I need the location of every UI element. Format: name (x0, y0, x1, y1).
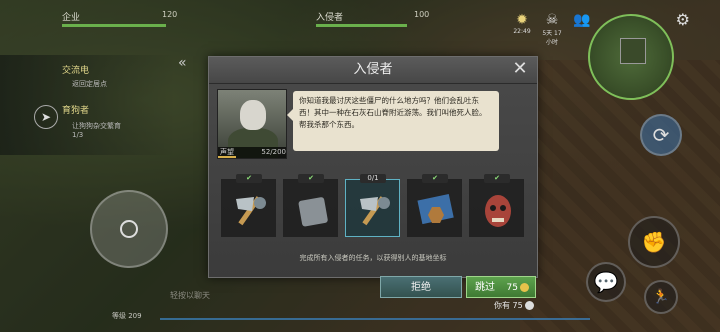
npc-speech: 你知道我最讨厌这些僵尸的什么地方吗？他们会乱吐东西！其中一种在石灰石山脊附近游荡… (287, 91, 499, 151)
stat-enterprise: 企业 120 (62, 10, 177, 27)
sun-clock-icon[interactable]: ✹ 22:49 (512, 12, 532, 46)
xp-bar (160, 318, 590, 320)
skip-cost: 75 (507, 277, 529, 299)
skip-cost-value: 75 (506, 283, 518, 293)
quest1-subtitle: 返回定居点 (72, 80, 107, 88)
reputation-fill (218, 156, 237, 158)
axe-saw-icon (229, 190, 270, 232)
dialog-header: 入侵者 ✕ (209, 57, 537, 84)
axe-saw-icon (353, 190, 394, 232)
skip-label: 跳过 (475, 282, 495, 293)
metal-plate-icon (291, 190, 332, 232)
navigate-arrow-icon[interactable]: ➤ (34, 105, 58, 129)
coins-owned-label: 你有 75 (494, 301, 523, 310)
stat-intruder-bar (316, 24, 407, 27)
npc-portrait: 声望 52/200 (217, 89, 287, 159)
player-level: 等级 209 (112, 312, 142, 320)
stat-enterprise-label: 企业 (62, 13, 81, 23)
task-slot-2[interactable]: ✔ (283, 174, 338, 237)
coins-owned: 你有 75 (494, 300, 534, 311)
collapse-chevron-icon[interactable]: « (178, 55, 187, 71)
close-icon[interactable]: ✕ (511, 60, 529, 78)
minimap[interactable] (588, 14, 674, 100)
coin-icon (520, 283, 529, 292)
check-icon: ✔ (422, 174, 448, 183)
reputation-bar: 声望 52/200 (218, 147, 286, 158)
task-slot-3-active[interactable]: 0/1 (345, 174, 400, 237)
story-section: 声望 52/200 你知道我最讨厌这些僵尸的什么地方吗？他们会乱吐东西！其中一种… (217, 89, 529, 159)
dog-blueprint-icon (415, 190, 456, 232)
reputation-value: 52/200 (261, 148, 286, 156)
hud-icons: ✹ 22:49 ☠ 5天 17小时 👥 (512, 12, 592, 46)
chat-input[interactable]: 轻按以聊天 (170, 290, 350, 304)
coin-icon (524, 301, 534, 310)
stat-intruder-value: 100 (414, 10, 430, 19)
skull-icon[interactable]: ☠ 5天 17小时 (542, 12, 562, 46)
task-list: ✔ ✔ 0/1 ✔ ✔ (221, 173, 526, 243)
run-icon[interactable]: 🏃 (644, 280, 678, 314)
minimap-base-marker (620, 38, 646, 64)
task-slot-5[interactable]: ✔ (469, 174, 524, 237)
quest2-title[interactable]: 育狗者 (62, 103, 89, 116)
portrait-skull-mask (240, 100, 266, 130)
stat-intruder-label: 入侵者 (316, 13, 344, 23)
refuse-button[interactable]: 拒绝 (380, 276, 462, 298)
stat-intruder: 入侵者 100 (316, 10, 429, 27)
dialog-title: 入侵者 (353, 62, 393, 77)
skip-button[interactable]: 跳过 75 (466, 276, 536, 298)
chat-bubble-icon[interactable]: 💬 (586, 262, 626, 302)
settings-gear-icon[interactable]: ⚙ (676, 10, 690, 29)
check-icon: ✔ (236, 174, 262, 183)
intruder-dialog: 入侵者 ✕ 声望 52/200 你知道我最讨厌这些僵尸的什么地方吗？他们会乱吐东… (208, 56, 538, 278)
swap-icon[interactable]: ⟳ (640, 114, 682, 156)
quest1-title[interactable]: 交流电 (62, 63, 89, 76)
dialog-hint: 完成所有入侵者的任务，以获得别人的基地坐标 (299, 254, 447, 262)
movement-joystick[interactable] (90, 190, 168, 268)
days-label: 5天 17小时 (542, 30, 562, 46)
task-slot-4[interactable]: ✔ (407, 174, 462, 237)
quest2-progress: 1/3 (72, 131, 84, 139)
check-icon: ✔ (298, 174, 324, 183)
quest2-subtitle: 让狗狗杂交繁育 (72, 122, 121, 130)
zombie-head-icon (477, 190, 518, 232)
time-label: 22:49 (513, 28, 531, 35)
check-icon: ✔ (484, 174, 510, 183)
task-progress: 0/1 (360, 174, 386, 183)
joystick-knob[interactable] (120, 220, 138, 238)
stat-enterprise-value: 120 (162, 10, 178, 19)
punch-fist-icon[interactable]: ✊ (628, 216, 680, 268)
friends-icon[interactable]: 👥 (572, 12, 592, 46)
task-slot-1[interactable]: ✔ (221, 174, 276, 237)
stat-enterprise-bar (62, 24, 166, 27)
quest-panel: 交流电 返回定居点 育狗者 让狗狗杂交繁育 1/3 ➤ « (0, 55, 187, 155)
